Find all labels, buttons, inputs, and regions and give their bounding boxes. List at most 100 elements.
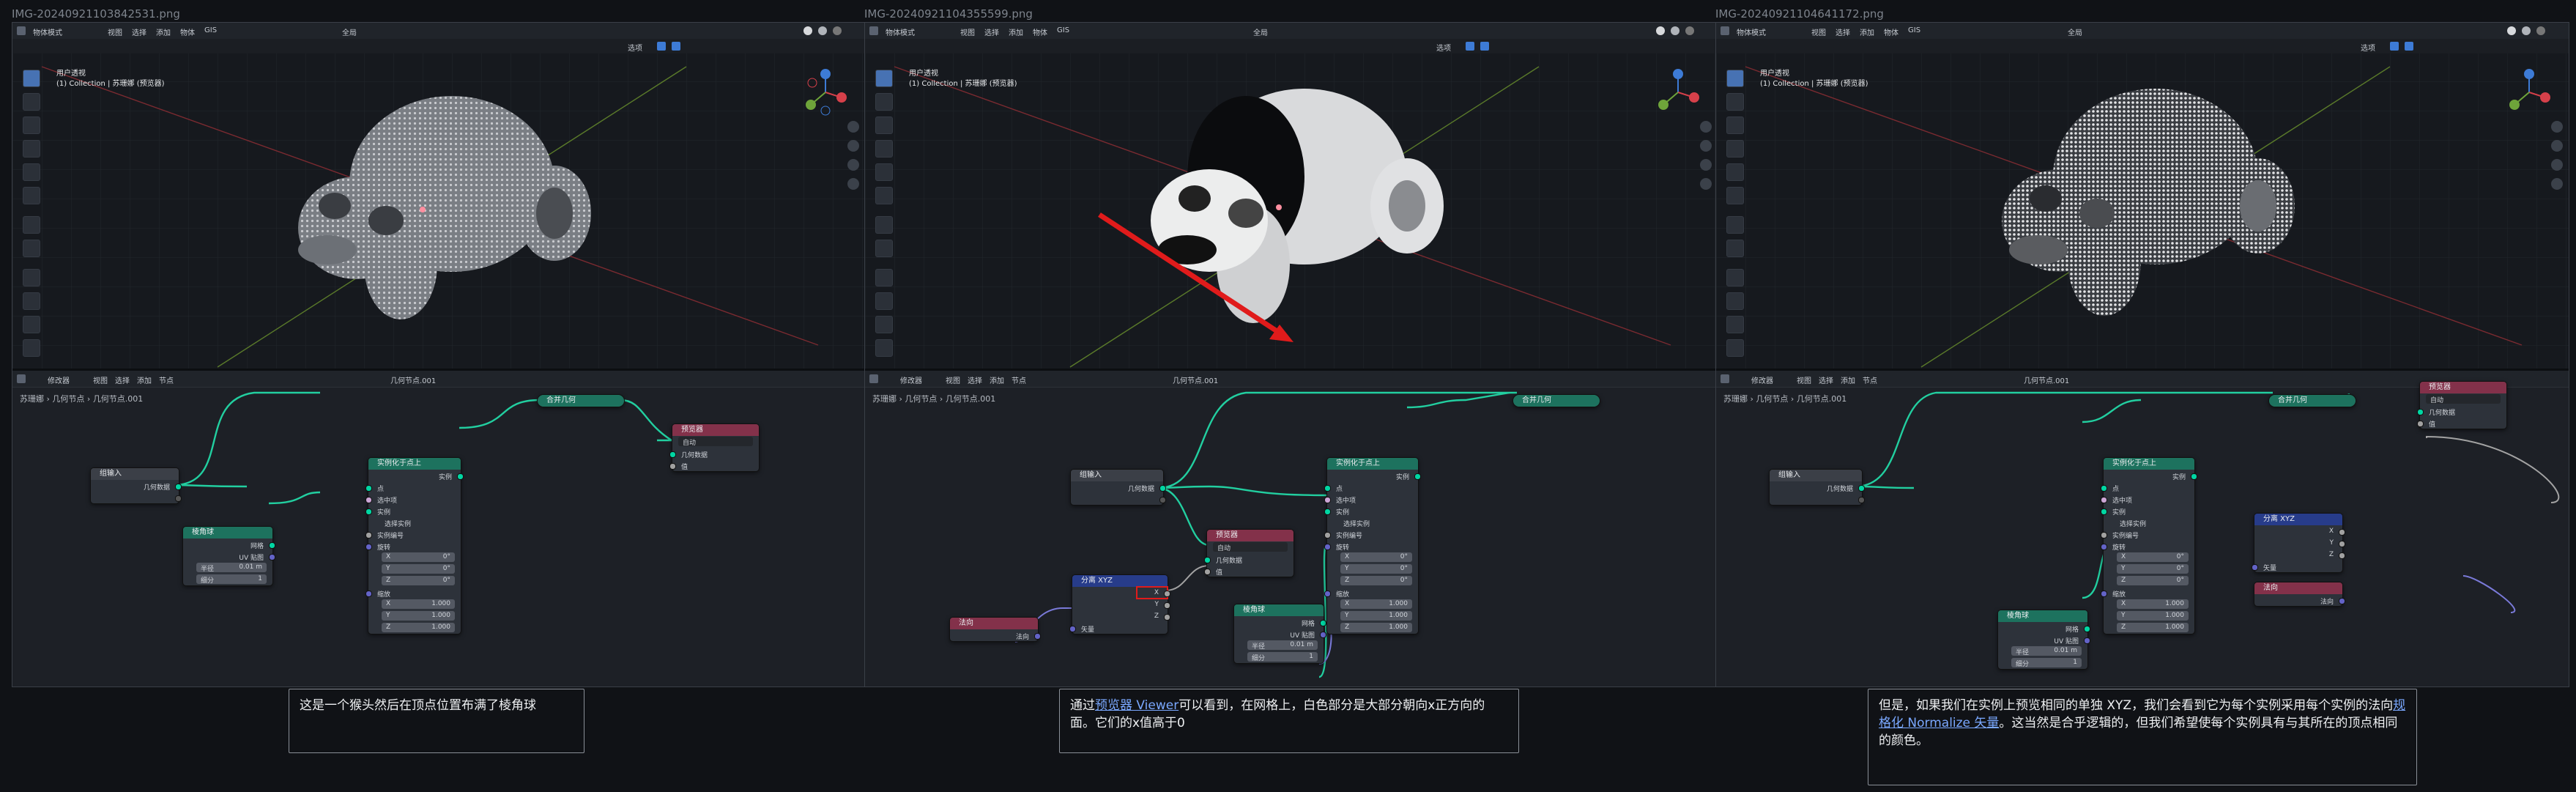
- viewer-mode-dropdown[interactable]: 自动: [2426, 394, 2501, 404]
- add-object-tool[interactable]: [875, 292, 893, 310]
- menu-gis[interactable]: GIS: [1057, 26, 1069, 34]
- cursor-tool[interactable]: [1726, 93, 1744, 111]
- select-tool[interactable]: [23, 70, 40, 87]
- node-editor[interactable]: 修改器 视图 选择 添加 节点 几何节点.001 苏珊娜 › 几何节点 › 几何…: [865, 371, 1718, 686]
- scale-tool[interactable]: [1726, 163, 1744, 181]
- snapping-icon[interactable]: [1466, 42, 1474, 51]
- radius-field[interactable]: 半径 0.01 m: [1247, 640, 1318, 651]
- ortho-toggle-icon[interactable]: [1700, 178, 1712, 190]
- realize-node[interactable]: 合并几何: [1512, 394, 1600, 407]
- scale-x-field[interactable]: X 1.000: [2117, 599, 2189, 609]
- extra-tool[interactable]: [875, 339, 893, 357]
- extra-tool[interactable]: [1726, 339, 1744, 357]
- mode-menu[interactable]: 物体模式: [886, 26, 915, 37]
- menu-object[interactable]: 物体: [180, 26, 195, 37]
- snapping-icon[interactable]: [657, 42, 666, 51]
- proportional-edit-icon[interactable]: [2405, 42, 2413, 51]
- rot-x-field[interactable]: X 0°: [2117, 552, 2189, 562]
- scale-y-field[interactable]: Y 1.000: [382, 611, 455, 621]
- realize-node[interactable]: 合并几何: [537, 394, 625, 407]
- move-tool[interactable]: [875, 116, 893, 134]
- instance-on-points-node[interactable]: 实例化于点上 实例 点 选中项 实例 选择实例 实例编号 旋转 X 0° Y 0° …: [2101, 457, 2197, 634]
- instance-on-points-node[interactable]: 实例化于点上 实例 点 选中项 实例 选择实例 实例编号 旋转 X 0° Y 0° …: [1324, 457, 1421, 634]
- viewer-link[interactable]: 预览器 Viewer: [1095, 698, 1178, 713]
- 3d-viewport[interactable]: 物体模式 视图 选择 添加 物体 GIS 全局 选项 用户透视 (1) Coll…: [865, 23, 1718, 369]
- instances-output-socket[interactable]: [1414, 473, 1421, 480]
- mode-menu[interactable]: 物体模式: [33, 26, 62, 37]
- pan-icon[interactable]: [1700, 140, 1712, 152]
- edit-tool[interactable]: [1726, 316, 1744, 333]
- transform-orientation[interactable]: 全局: [1253, 26, 1268, 37]
- menu-gis[interactable]: GIS: [204, 26, 217, 34]
- separate-xyz-node[interactable]: 分离 XYZ X Y Z 矢量: [2252, 513, 2345, 573]
- move-tool[interactable]: [1726, 116, 1744, 134]
- camera-view-icon[interactable]: [1700, 159, 1712, 171]
- viewer-value-socket[interactable]: [669, 463, 676, 470]
- geometry-output-socket[interactable]: [1159, 485, 1166, 492]
- mesh-output-socket[interactable]: [1320, 620, 1326, 626]
- 3d-viewport[interactable]: 物体模式 视图 选择 添加 物体 GIS 全局 选项 用户透视 (1) Coll…: [1716, 23, 2569, 369]
- instance-input-socket[interactable]: [365, 508, 372, 515]
- ico-sphere-node[interactable]: 棱角球 网格 UV 贴图 半径 0.01 m 细分 1: [182, 526, 275, 586]
- options-menu[interactable]: 选项: [2361, 42, 2375, 53]
- vector-input-socket[interactable]: [2252, 564, 2258, 571]
- menu-object[interactable]: 物体: [1884, 26, 1898, 37]
- x-output-socket[interactable]: [2339, 529, 2345, 536]
- menu-select[interactable]: 选择: [132, 26, 146, 37]
- scale-z-field[interactable]: Z 1.000: [382, 623, 455, 632]
- annotate-tool[interactable]: [875, 216, 893, 234]
- index-input-socket[interactable]: [365, 532, 372, 539]
- normal-node[interactable]: 法向 法向: [2254, 582, 2345, 607]
- scale-y-field[interactable]: Y 1.000: [1340, 611, 1412, 621]
- solid-shading-icon[interactable]: [2507, 26, 2516, 35]
- camera-view-icon[interactable]: [847, 159, 859, 171]
- select-tool[interactable]: [875, 70, 893, 87]
- x-output-socket[interactable]: [1164, 591, 1170, 597]
- viewer-node[interactable]: 预览器 自动 几何数据 值: [2417, 381, 2507, 429]
- edit-tool[interactable]: [23, 316, 40, 333]
- cursor-tool[interactable]: [875, 93, 893, 111]
- snapping-icon[interactable]: [2390, 42, 2399, 51]
- empty-socket[interactable]: [1858, 497, 1865, 503]
- viewer-value-socket[interactable]: [2417, 421, 2424, 427]
- extra-tool[interactable]: [23, 339, 40, 357]
- navigation-gizmo[interactable]: [1656, 68, 1700, 116]
- rotation-input-socket[interactable]: [365, 544, 372, 550]
- mesh-output-socket[interactable]: [2084, 626, 2090, 632]
- uv-output-socket[interactable]: [1320, 632, 1326, 638]
- subdivisions-field[interactable]: 细分 1: [1247, 652, 1318, 662]
- subdivisions-field[interactable]: 细分 1: [2011, 658, 2082, 668]
- zoom-icon[interactable]: [847, 121, 859, 133]
- radius-field[interactable]: 半径 0.01 m: [196, 563, 267, 573]
- add-object-tool[interactable]: [1726, 292, 1744, 310]
- rot-y-field[interactable]: Y 0°: [2117, 564, 2189, 574]
- ortho-toggle-icon[interactable]: [2551, 178, 2563, 190]
- group-input-node[interactable]: 组输入 几何数据: [90, 467, 182, 504]
- proportional-edit-icon[interactable]: [672, 42, 680, 51]
- rot-z-field[interactable]: Z 0°: [382, 576, 455, 585]
- measure-tool[interactable]: [875, 240, 893, 257]
- rot-y-field[interactable]: Y 0°: [1340, 564, 1412, 574]
- transform-tool[interactable]: [875, 187, 893, 204]
- instances-output-socket[interactable]: [2191, 473, 2197, 480]
- menu-add[interactable]: 添加: [1009, 26, 1023, 37]
- material-shading-icon[interactable]: [1671, 26, 1679, 35]
- y-output-socket[interactable]: [1164, 602, 1170, 609]
- scale-tool[interactable]: [23, 163, 40, 181]
- transform-orientation[interactable]: 全局: [342, 26, 357, 37]
- measure-tool[interactable]: [1726, 240, 1744, 257]
- scale-input-socket[interactable]: [2101, 591, 2107, 597]
- menu-object[interactable]: 物体: [1033, 26, 1047, 37]
- rot-x-field[interactable]: X 0°: [382, 552, 455, 562]
- scale-tool[interactable]: [875, 163, 893, 181]
- scale-y-field[interactable]: Y 1.000: [2117, 611, 2189, 621]
- rotate-tool[interactable]: [23, 140, 40, 158]
- menu-view[interactable]: 视图: [960, 26, 975, 37]
- scale-x-field[interactable]: X 1.000: [1340, 599, 1412, 609]
- rotate-tool[interactable]: [1726, 140, 1744, 158]
- transform-tool[interactable]: [23, 187, 40, 204]
- annotate-tool[interactable]: [1726, 216, 1744, 234]
- viewer-node[interactable]: 预览器 自动 几何数据 值: [669, 423, 760, 472]
- material-shading-icon[interactable]: [2522, 26, 2531, 35]
- viewer-value-socket[interactable]: [1204, 569, 1211, 575]
